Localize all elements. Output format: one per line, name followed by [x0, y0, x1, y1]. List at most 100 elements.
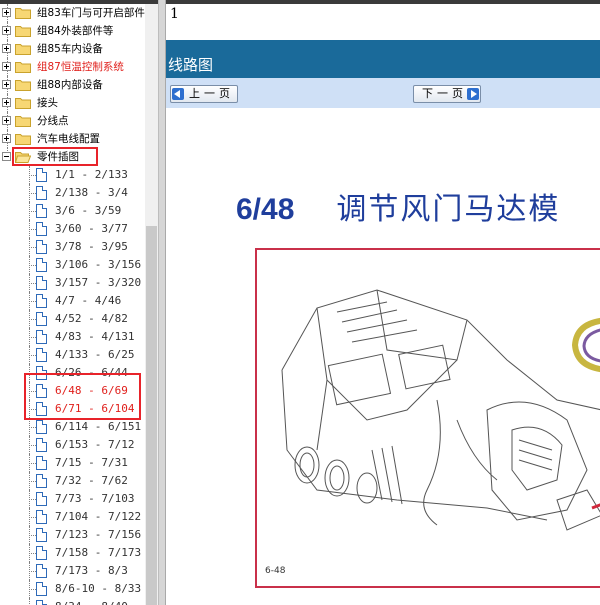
tree-folder-connectors[interactable]: 接头	[0, 94, 145, 112]
tree-folder-splices[interactable]: 分线点	[0, 112, 145, 130]
tree-page-item[interactable]: 3/157 - 3/320	[0, 274, 145, 292]
tree-page-item[interactable]: 1/1 - 2/133	[0, 166, 145, 184]
page-icon	[36, 348, 47, 362]
tree-page-label: 6/48 - 6/69	[55, 384, 128, 397]
tree-page-item[interactable]: 3/78 - 3/95	[0, 238, 145, 256]
tree-page-label: 6/71 - 6/104	[55, 402, 135, 415]
tree-page-item[interactable]: 4/133 - 6/25	[0, 346, 145, 364]
tree-page-item[interactable]: 7/32 - 7/62	[0, 472, 145, 490]
collapse-icon[interactable]	[2, 152, 11, 161]
folder-icon	[15, 8, 31, 19]
tree-page-label: 7/123 - 7/156	[55, 528, 142, 541]
open-folder-icon	[15, 152, 31, 163]
tree-page-item[interactable]: 4/52 - 4/82	[0, 310, 145, 328]
tree-page-item[interactable]: 2/138 - 3/4	[0, 184, 145, 202]
folder-icon	[15, 44, 31, 55]
page-icon	[36, 222, 47, 236]
tree-folder-group84[interactable]: 组84外装部件等	[0, 22, 145, 40]
expand-icon[interactable]	[2, 62, 11, 71]
page-icon	[36, 438, 47, 452]
tree-folder-group88[interactable]: 组88内部设备	[0, 76, 145, 94]
tree-page-label: 7/73 - 7/103	[55, 492, 135, 505]
tree-page-label: 6/114 - 6/151	[55, 420, 142, 433]
expand-icon[interactable]	[2, 134, 11, 143]
page-icon	[36, 384, 47, 398]
expand-icon[interactable]	[2, 44, 11, 53]
expand-icon[interactable]	[2, 8, 11, 17]
page-icon	[36, 204, 47, 218]
tree-folder-label: 组83车门与可开启部件	[37, 7, 145, 19]
tree-folder-group83[interactable]: 组83车门与可开启部件	[0, 4, 145, 22]
tree-page-item[interactable]: 6/26 - 6/44	[0, 364, 145, 382]
tree-folder-label: 零件插图	[37, 151, 79, 163]
chapter-tree[interactable]: 组83车门与可开启部件 组84外装部件等 组85车内设备 组87恒温控制系统 组…	[0, 4, 145, 605]
folder-icon	[15, 134, 31, 145]
page-icon	[36, 258, 47, 272]
tree-page-label: 3/6 - 3/59	[55, 204, 122, 217]
folder-icon	[15, 116, 31, 127]
tree-folder-group85[interactable]: 组85车内设备	[0, 40, 145, 58]
expand-icon[interactable]	[2, 80, 11, 89]
diagram-heading: 6/48 调节风门马达模	[236, 184, 560, 228]
tree-page-item[interactable]: 3/60 - 3/77	[0, 220, 145, 238]
next-page-button[interactable]: 下一页	[413, 85, 481, 103]
tree-page-item[interactable]: 7/123 - 7/156	[0, 526, 145, 544]
tree-folder-part-illustrations[interactable]: 零件插图	[0, 148, 145, 166]
page-icon	[36, 240, 47, 254]
tree-page-label: 7/158 - 7/173	[55, 546, 142, 559]
tree-page-label: 7/104 - 7/122	[55, 510, 142, 523]
page-icon	[36, 456, 47, 470]
tree-page-item[interactable]: 8/34 - 8/40	[0, 598, 145, 605]
tree-folder-group87[interactable]: 组87恒温控制系统	[0, 58, 145, 76]
scrollbar-thumb[interactable]	[146, 226, 157, 605]
page-navigation-bar: 上一页 下一页	[166, 78, 600, 108]
tree-folder-label: 分线点	[37, 115, 69, 127]
tree-page-item[interactable]: 7/73 - 7/103	[0, 490, 145, 508]
tree-page-item[interactable]: 3/6 - 3/59	[0, 202, 145, 220]
tree-page-item[interactable]: 8/6-10 - 8/33	[0, 580, 145, 598]
page-icon	[36, 528, 47, 542]
page-icon	[36, 402, 47, 416]
tree-page-label: 3/106 - 3/156	[55, 258, 142, 271]
folder-icon	[15, 80, 31, 91]
tree-page-label: 3/60 - 3/77	[55, 222, 128, 235]
tree-page-label: 7/173 - 8/3	[55, 564, 128, 577]
tree-page-label: 7/15 - 7/31	[55, 456, 128, 469]
page-icon	[36, 564, 47, 578]
expand-icon[interactable]	[2, 26, 11, 35]
tree-scrollbar[interactable]	[145, 4, 158, 605]
tree-page-item[interactable]: 6/71 - 6/104	[0, 400, 145, 418]
tree-page-item[interactable]: 4/83 - 4/131	[0, 328, 145, 346]
page-icon	[36, 546, 47, 560]
tree-folder-label: 组85车内设备	[37, 43, 103, 55]
tree-page-item[interactable]: 6/48 - 6/69	[0, 382, 145, 400]
page-icon	[36, 330, 47, 344]
tree-page-label: 4/133 - 6/25	[55, 348, 135, 361]
expand-icon[interactable]	[2, 116, 11, 125]
page-icon	[36, 474, 47, 488]
diagram-number: 6/48	[236, 193, 295, 226]
previous-page-button[interactable]: 上一页	[170, 85, 238, 103]
tree-page-item[interactable]: 7/158 - 7/173	[0, 544, 145, 562]
tree-folder-label: 组88内部设备	[37, 79, 103, 91]
document-viewer: 1 线路图 上一页 下一页 6/48 调节风门马达模 6-48	[166, 4, 600, 605]
tree-folder-wiring-layout[interactable]: 汽车电线配置	[0, 130, 145, 148]
pane-splitter[interactable]	[158, 0, 166, 605]
tree-page-item[interactable]: 7/104 - 7/122	[0, 508, 145, 526]
tree-page-item[interactable]: 6/114 - 6/151	[0, 418, 145, 436]
page-icon	[36, 510, 47, 524]
tree-page-item[interactable]: 6/153 - 7/12	[0, 436, 145, 454]
tree-page-item[interactable]: 3/106 - 3/156	[0, 256, 145, 274]
tree-page-item[interactable]: 4/7 - 4/46	[0, 292, 145, 310]
page-icon	[36, 492, 47, 506]
tree-page-item[interactable]: 7/173 - 8/3	[0, 562, 145, 580]
tree-page-item[interactable]: 7/15 - 7/31	[0, 454, 145, 472]
tree-folder-label: 组84外装部件等	[37, 25, 114, 37]
page-icon	[36, 276, 47, 290]
tree-page-label: 2/138 - 3/4	[55, 186, 128, 199]
expand-icon[interactable]	[2, 98, 11, 107]
arrow-left-icon	[172, 88, 184, 100]
tree-folder-label: 组87恒温控制系统	[37, 61, 124, 73]
diagram-title: 调节风门马达模	[336, 192, 561, 227]
figure-caption: 6-48	[265, 566, 286, 576]
